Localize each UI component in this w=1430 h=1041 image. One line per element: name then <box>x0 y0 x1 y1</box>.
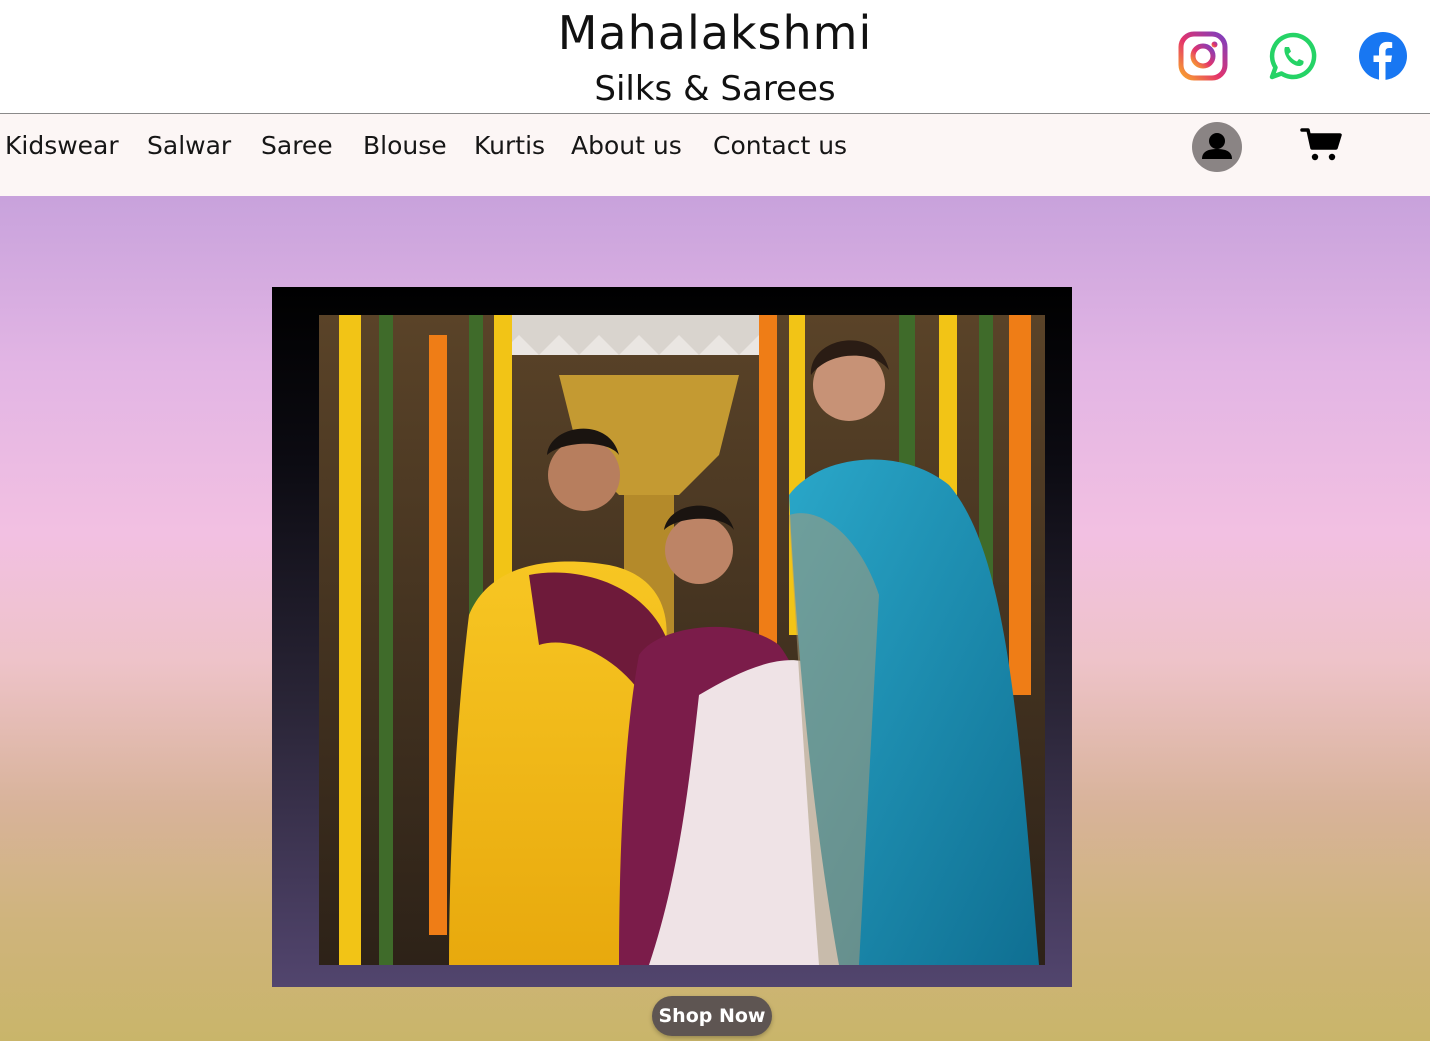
user-icon <box>1202 133 1232 159</box>
hero-banner: Shop Now <box>0 196 1430 1041</box>
nav-item-kidswear[interactable]: Kidswear <box>5 128 119 164</box>
cart-icon <box>1300 128 1342 161</box>
nav-item-kurtis[interactable]: Kurtis <box>474 128 545 164</box>
hero-image-frame <box>272 287 1072 987</box>
nav-item-about-us[interactable]: About us <box>571 128 682 164</box>
nav-item-contact-us[interactable]: Contact us <box>713 128 847 164</box>
nav-item-salwar[interactable]: Salwar <box>147 128 231 164</box>
whatsapp-icon[interactable] <box>1268 31 1318 81</box>
hero-photo[interactable] <box>319 315 1045 965</box>
nav-item-blouse[interactable]: Blouse <box>363 128 447 164</box>
instagram-icon[interactable] <box>1178 31 1228 81</box>
nav-item-saree[interactable]: Saree <box>261 128 333 164</box>
cart-button[interactable] <box>1300 126 1344 166</box>
account-button[interactable] <box>1192 122 1242 172</box>
facebook-icon[interactable] <box>1358 31 1408 81</box>
shop-now-button[interactable]: Shop Now <box>652 996 772 1036</box>
site-header: Mahalakshmi Silks & Sarees <box>0 0 1430 114</box>
saree-models-image <box>319 315 1045 965</box>
main-nav: Kidswear Salwar Saree Blouse Kurtis Abou… <box>0 114 1430 196</box>
